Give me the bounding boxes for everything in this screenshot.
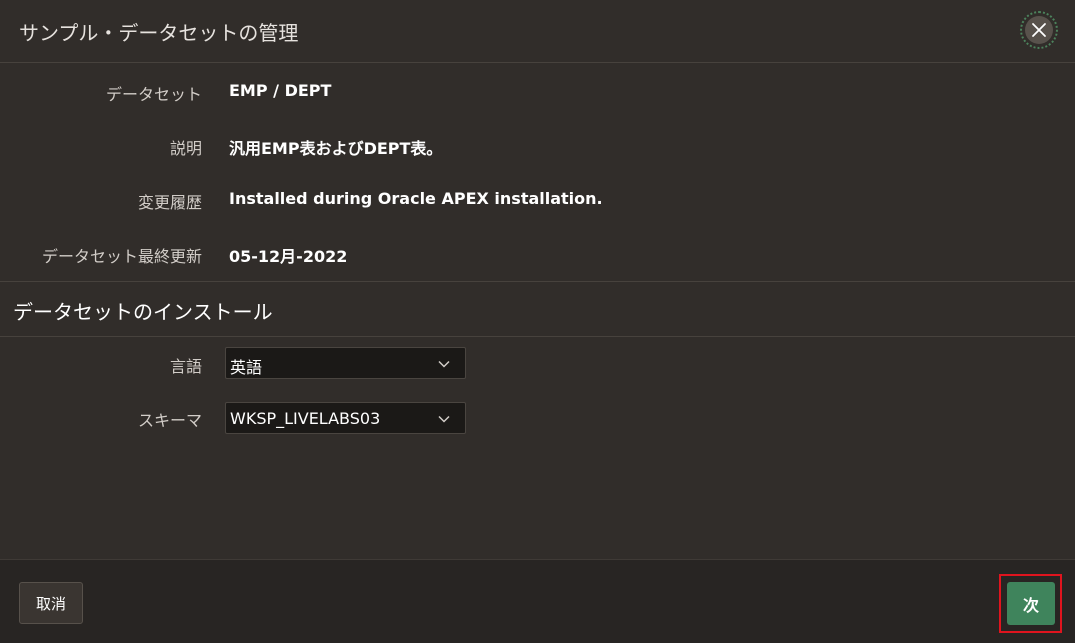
cancel-button[interactable]: 取消 (19, 582, 83, 624)
close-icon (1025, 16, 1053, 44)
detail-row-last-updated: データセット最終更新 05-12月-2022 (0, 238, 1075, 268)
detail-value: Installed during Oracle APEX installatio… (229, 189, 603, 208)
next-button[interactable]: 次 (1007, 582, 1055, 625)
detail-row-description: 説明 汎用EMP表およびDEPT表。 (0, 130, 1075, 160)
schema-label: スキーマ (137, 411, 202, 430)
detail-value: 汎用EMP表およびDEPT表。 (229, 139, 443, 158)
schema-selected-value: WKSP_LIVELABS03 (230, 409, 381, 428)
dialog-footer: 取消 次 (0, 559, 1075, 643)
detail-row-changelog: 変更履歴 Installed during Oracle APEX instal… (0, 184, 1075, 214)
language-row: 言語 (0, 348, 1075, 378)
language-selected-value: 英語 (230, 358, 263, 377)
detail-label: データセット最終更新 (41, 247, 202, 266)
detail-value: 05-12月-2022 (229, 247, 348, 266)
install-section-title: データセットのインストール (13, 300, 273, 324)
dialog-header: サンプル・データセットの管理 (0, 0, 1075, 63)
schema-row: スキーマ (0, 402, 1075, 432)
chevron-down-icon (438, 415, 450, 423)
language-select[interactable]: 英語 (225, 347, 466, 379)
language-label: 言語 (169, 357, 202, 376)
detail-label: データセット (105, 85, 202, 104)
dialog-title: サンプル・データセットの管理 (19, 21, 299, 45)
section-divider (0, 336, 1075, 337)
detail-value: EMP / DEPT (229, 81, 332, 100)
section-divider (0, 281, 1075, 282)
schema-select[interactable]: WKSP_LIVELABS03 (225, 402, 466, 434)
detail-label: 変更履歴 (137, 193, 202, 212)
detail-label: 説明 (169, 139, 202, 158)
detail-row-dataset: データセット EMP / DEPT (0, 76, 1075, 106)
chevron-down-icon (438, 360, 450, 368)
dialog: サンプル・データセットの管理 データセット EMP / DEPT 説明 汎用EM… (0, 0, 1075, 643)
close-button[interactable] (1020, 11, 1058, 49)
